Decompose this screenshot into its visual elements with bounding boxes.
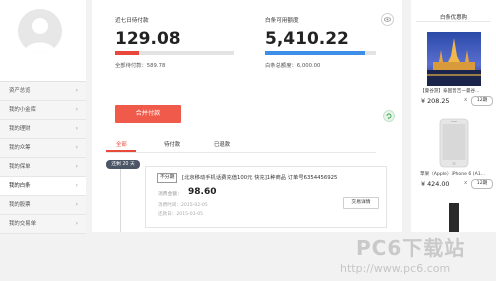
tab-active-indicator: [106, 150, 136, 152]
product-price-bangkok: ¥ 208.25: [421, 97, 450, 105]
sidebar-item-crowdfunding[interactable]: 我的众筹 ›: [0, 139, 86, 158]
sidebar-item-label: 我的理财: [9, 126, 31, 132]
amount-label: 消费金额：: [158, 192, 182, 197]
sidebar-menu: 资产总览 › 我的小金库 › 我的理财 › 我的众筹 › 我的保单 › 我的白条 › 我的股…: [0, 81, 86, 234]
chevron-right-icon: ›: [75, 106, 78, 113]
temple-image: [427, 32, 481, 86]
product-name-iphone[interactable]: 苹果（Apple）iPhone 6 (A1...: [420, 171, 492, 177]
sidebar-item-vault[interactable]: 我的小金库 ›: [0, 101, 86, 120]
week-pay-label: 近七日待付款: [115, 18, 149, 24]
tab-refunded[interactable]: 已退款: [214, 140, 230, 148]
order-card: 不分期 [北京移动手机话费充值100元 快充]1种商品 订单号635445692…: [145, 166, 387, 228]
chevron-right-icon: ›: [75, 201, 78, 208]
week-pay-progress-fill: [115, 51, 139, 55]
consume-date: 消费时间：2015-02-05: [158, 203, 208, 208]
user-silhouette-icon: [24, 18, 56, 53]
week-pay-value: 129.08: [115, 29, 181, 49]
available-credit-value: 5,410.22: [265, 29, 349, 49]
total-pending-value: 589.78: [146, 63, 166, 69]
sidebar-item-finance[interactable]: 我的理财 ›: [0, 120, 86, 139]
times-sign: x: [464, 97, 468, 103]
installment-tag: 不分期: [157, 173, 178, 183]
total-pending: 全部待付款：589.78: [115, 61, 165, 69]
watermark-logo: PC6下载站: [356, 236, 466, 260]
product-image-strip[interactable]: [449, 203, 459, 232]
sidebar-item-label: 我的股票: [9, 202, 31, 208]
promo-divider: [416, 21, 491, 22]
sidebar-item-baitiao[interactable]: 我的白条 ›: [0, 177, 86, 196]
sidebar-item-trades[interactable]: 我的交易单 ›: [0, 215, 86, 234]
sidebar-item-insurance[interactable]: 我的保单 ›: [0, 158, 86, 177]
watermark-url: http://www.pc6.com: [340, 262, 451, 275]
trade-detail-button[interactable]: 交易详情: [343, 197, 379, 209]
tab-all[interactable]: 全部: [116, 140, 127, 148]
amount-value: 98.60: [188, 187, 217, 197]
promo-panel: 白条优惠购 【曼谷游】泰国普吉一曼谷... ¥ 208.25 x 12期 苹果（…: [411, 0, 496, 232]
merge-pay-button[interactable]: 合并付款: [115, 105, 181, 123]
tab-pending[interactable]: 待付款: [164, 140, 180, 148]
repay-date: 还款日：2015-03-05: [158, 212, 204, 217]
product-price-iphone: ¥ 424.00: [421, 180, 450, 188]
total-credit-label: 白条总额度：: [265, 63, 297, 69]
sidebar-item-stocks[interactable]: 我的股票 ›: [0, 196, 86, 215]
product-name-bangkok[interactable]: 【曼谷游】泰国普吉一曼谷...: [420, 88, 492, 94]
product-image-iphone[interactable]: [427, 115, 481, 169]
sidebar-item-label: 我的交易单: [9, 221, 36, 227]
chevron-right-icon: ›: [75, 182, 78, 189]
chevron-right-icon: ›: [75, 87, 78, 94]
eye-icon[interactable]: [381, 13, 394, 26]
days-left-badge: 还剩 20 天: [106, 160, 140, 169]
available-credit-label: 白条可用额度: [265, 18, 299, 24]
sidebar: 资产总览 › 我的小金库 › 我的理财 › 我的众筹 › 我的保单 › 我的白条 › 我的股…: [0, 0, 86, 234]
promo-title: 白条优惠购: [440, 15, 467, 21]
order-title[interactable]: [北京移动手机话费充值100元 快充]1种商品 订单号6354456925: [182, 173, 337, 181]
available-credit-progress: [265, 51, 376, 55]
installment-selector-iphone[interactable]: 12期: [471, 179, 493, 189]
week-pay-progress: [115, 51, 234, 55]
sidebar-item-assets[interactable]: 资产总览 ›: [0, 82, 86, 101]
sidebar-item-label: 我的白条: [9, 183, 31, 189]
chevron-right-icon: ›: [75, 125, 78, 132]
refresh-glyph: [386, 113, 392, 120]
timeline-line: [120, 163, 121, 232]
chevron-right-icon: ›: [75, 144, 78, 151]
times-sign: x: [464, 180, 468, 186]
chevron-right-icon: ›: [75, 163, 78, 170]
total-credit-value: 6,000.00: [296, 63, 321, 69]
sidebar-item-label: 我的小金库: [9, 107, 36, 113]
avatar[interactable]: [18, 9, 62, 53]
total-pending-label: 全部待付款：: [115, 63, 147, 69]
iphone-image: [427, 115, 481, 169]
main-panel: 近七日待付款 129.08 全部待付款：589.78 白条可用额度 5,410.…: [92, 0, 402, 232]
eye-glyph: [383, 17, 392, 22]
order-tabs: 全部 待付款 已退款: [106, 138, 376, 153]
sidebar-item-label: 我的保单: [9, 164, 31, 170]
total-credit: 白条总额度：6,000.00: [265, 61, 320, 69]
available-credit-progress-fill: [265, 51, 365, 55]
sidebar-item-label: 我的众筹: [9, 145, 31, 151]
sidebar-item-label: 资产总览: [9, 88, 31, 94]
installment-selector-bangkok[interactable]: 12期: [471, 96, 493, 106]
chevron-right-icon: ›: [75, 220, 78, 227]
refresh-icon[interactable]: [383, 110, 395, 122]
product-image-bangkok[interactable]: [427, 32, 481, 86]
